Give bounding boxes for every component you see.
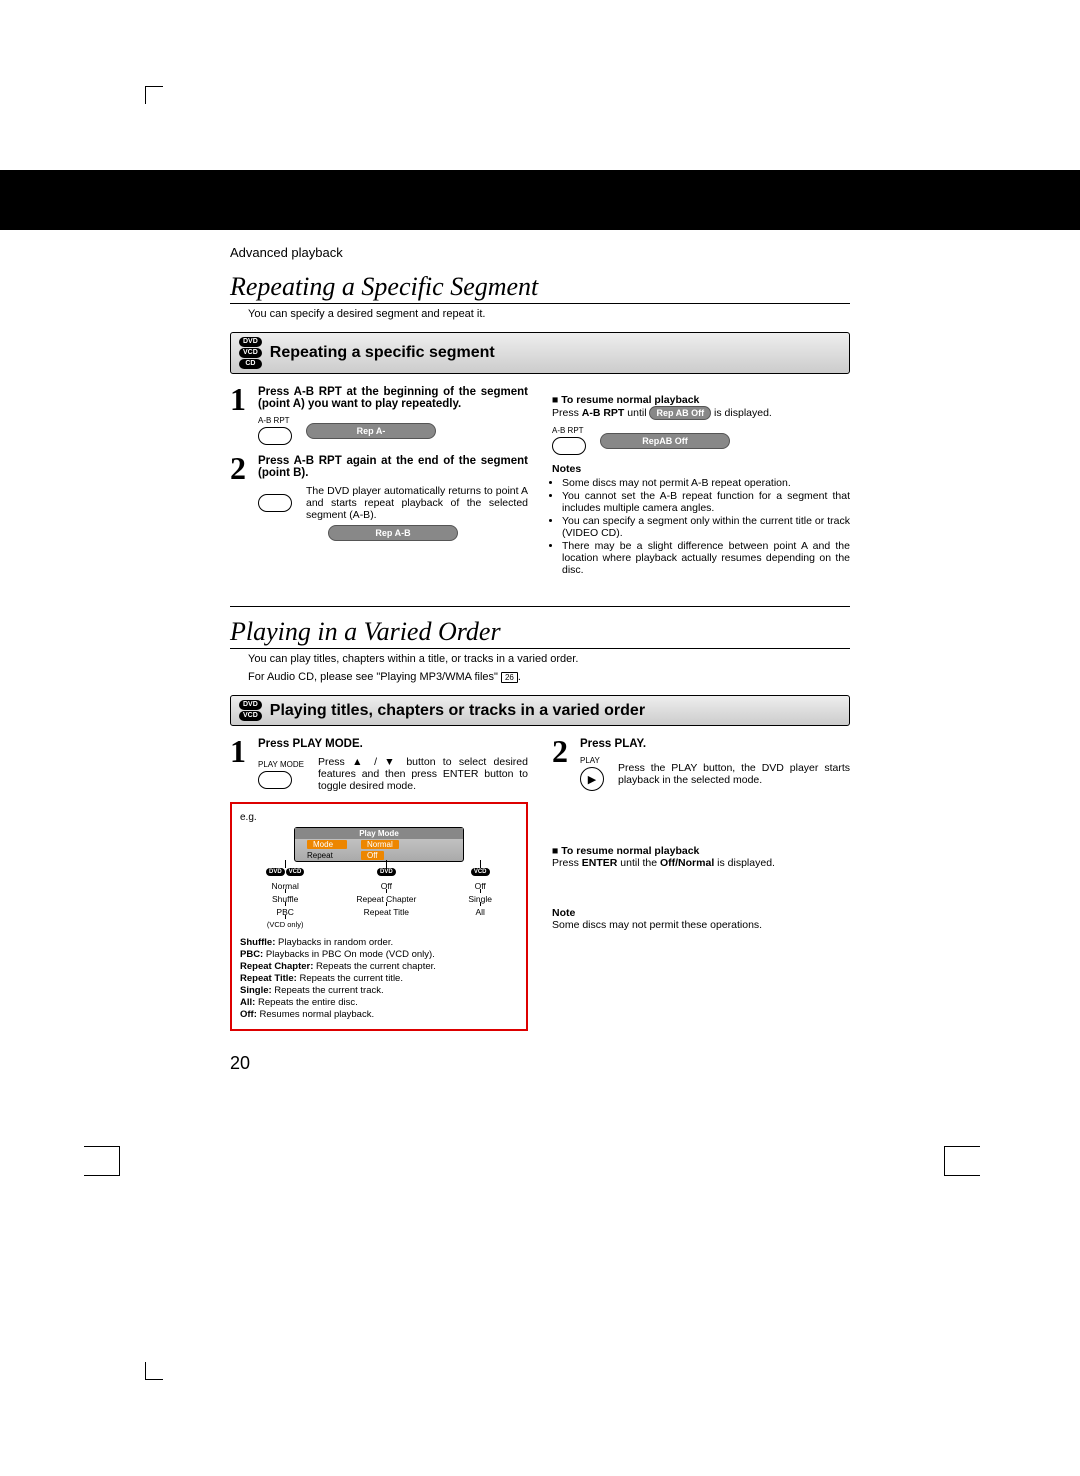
- media-icon: VCD: [239, 348, 262, 358]
- step-title: Press PLAY.: [580, 738, 850, 750]
- step-1: 1 Press A-B RPT at the beginning of the …: [230, 386, 528, 447]
- header-band: [0, 170, 1080, 230]
- feature-subtitle: You can play titles, chapters within a t…: [248, 653, 850, 665]
- osd-indicator: Rep A-: [306, 423, 436, 439]
- step-1: 1 Press PLAY MODE. PLAY MODE Press ▲ / ▼…: [230, 738, 528, 794]
- note-item: There may be a slight difference between…: [562, 540, 850, 576]
- resume-heading: To resume normal playback: [552, 394, 850, 406]
- button-label: A-B RPT: [258, 416, 292, 425]
- ab-rpt-button-icon: [258, 494, 292, 512]
- step-number: 1: [230, 738, 252, 794]
- playmode-title: Play Mode: [295, 828, 463, 839]
- bleed-mark: [84, 1146, 120, 1176]
- feature-title-varied: Playing in a Varied Order: [230, 617, 850, 647]
- step-title: Press PLAY MODE.: [258, 738, 528, 750]
- step-number: 1: [230, 386, 252, 447]
- divider: [230, 606, 850, 607]
- playmode-diagram: e.g. Play Mode ModeNormal RepeatOff DVDV…: [230, 802, 528, 1031]
- resume-heading: To resume normal playback: [552, 845, 850, 857]
- note-item: You cannot set the A-B repeat function f…: [562, 490, 850, 514]
- media-icon: DVD: [239, 700, 262, 710]
- osd-indicator: RepAB Off: [600, 433, 730, 449]
- notes-heading: Notes: [552, 463, 850, 475]
- section-heading-text: Repeating a specific segment: [270, 344, 495, 362]
- note-text: Some discs may not permit these operatio…: [552, 919, 850, 931]
- step-2: 2 Press PLAY. PLAY ▶ Press the PLAY butt…: [552, 738, 850, 793]
- resume-text: Press ENTER until the Off/Normal is disp…: [552, 857, 850, 869]
- crop-mark: [145, 86, 163, 104]
- button-label: A-B RPT: [552, 426, 586, 435]
- feature-subtitle: You can specify a desired segment and re…: [248, 308, 850, 320]
- note-item: Some discs may not permit A-B repeat ope…: [562, 477, 850, 489]
- resume-text: Press A-B RPT until Rep AB Off is displa…: [552, 406, 850, 420]
- osd-indicator: Rep A-B: [328, 525, 458, 541]
- media-icon: CD: [239, 359, 262, 369]
- playmode-osd: Play Mode ModeNormal RepeatOff: [294, 827, 464, 862]
- notes-list: Some discs may not permit A-B repeat ope…: [552, 477, 850, 576]
- section-heading-repeat: DVD VCD CD Repeating a specific segment: [230, 332, 850, 374]
- step-desc: Press the PLAY button, the DVD player st…: [618, 762, 850, 786]
- media-icon: DVD: [239, 337, 262, 347]
- section-heading-varied: DVD VCD Playing titles, chapters or trac…: [230, 695, 850, 726]
- note-item: You can specify a segment only within th…: [562, 515, 850, 539]
- section-heading-text: Playing titles, chapters or tracks in a …: [270, 702, 645, 720]
- eg-label: e.g.: [240, 812, 518, 823]
- note-heading: Note: [552, 907, 850, 919]
- step-number: 2: [552, 738, 574, 793]
- breadcrumb: Advanced playback: [230, 245, 850, 260]
- media-icon: VCD: [239, 711, 262, 721]
- page-number: 20: [230, 1053, 850, 1074]
- step-desc: Press ▲ / ▼ button to select desired fea…: [318, 756, 528, 792]
- playmode-definitions: Shuffle: Playbacks in random order. PBC:…: [240, 937, 518, 1020]
- page-ref-icon: 26: [501, 672, 518, 683]
- osd-inline: Rep AB Off: [649, 406, 711, 420]
- step-2: 2 Press A-B RPT again at the end of the …: [230, 455, 528, 541]
- ab-rpt-button-icon: [258, 427, 292, 445]
- playmode-button-icon: [258, 771, 292, 789]
- audio-cd-note: For Audio CD, please see "Playing MP3/WM…: [248, 671, 850, 683]
- step-title: Press A-B RPT again at the end of the se…: [258, 455, 528, 479]
- step-number: 2: [230, 455, 252, 541]
- crop-mark: [145, 1362, 163, 1380]
- step-desc: The DVD player automatically returns to …: [306, 485, 528, 521]
- ab-rpt-button-icon: [552, 437, 586, 455]
- play-button-icon: ▶: [580, 767, 604, 791]
- button-label: PLAY: [580, 756, 604, 765]
- bleed-mark: [944, 1146, 980, 1176]
- button-label: PLAY MODE: [258, 760, 304, 769]
- step-title: Press A-B RPT at the beginning of the se…: [258, 386, 528, 410]
- feature-title-repeat: Repeating a Specific Segment: [230, 272, 850, 302]
